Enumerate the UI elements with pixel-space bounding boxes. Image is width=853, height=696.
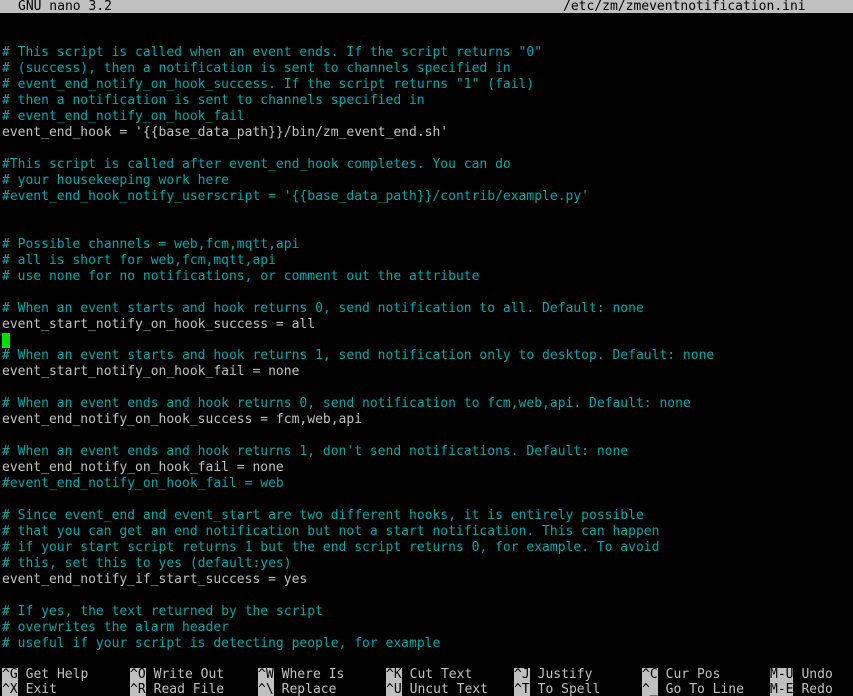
shortcut-key: ^K bbox=[386, 668, 402, 682]
comment-line: #event_end_notify_on_hook_fail = web bbox=[2, 476, 284, 491]
comment-line: # When an event ends and hook returns 1,… bbox=[2, 444, 629, 459]
comment-line: # if your start script returns 1 but the… bbox=[2, 540, 660, 555]
comment-line: #event_end_hook_notify_userscript = '{{b… bbox=[2, 189, 589, 204]
shortcut-key: ^U bbox=[386, 682, 402, 696]
shortcut-key: ^X bbox=[2, 682, 18, 696]
comment-line: # event_end_notify_on_hook_fail bbox=[2, 109, 245, 124]
shortcut-label: Justify bbox=[537, 668, 593, 682]
title-bar: GNU nano 3.2 /etc/zm/zmeventnotification… bbox=[0, 0, 853, 13]
setting-line: event_start_notify_on_hook_fail = none bbox=[2, 364, 300, 379]
comment-line: # this, set this to yes (default:yes) bbox=[2, 556, 292, 571]
comment-line: # When an event starts and hook returns … bbox=[2, 301, 644, 316]
shortcut-item[interactable]: ^O Write Out bbox=[130, 668, 224, 682]
shortcut-item[interactable]: ^\ Replace bbox=[258, 682, 337, 696]
shortcut-label: Exit bbox=[25, 682, 57, 696]
shortcut-label: Read File bbox=[153, 682, 225, 696]
shortcut-item[interactable]: M-E Redo bbox=[770, 682, 833, 696]
comment-line: # useful if your script is detecting peo… bbox=[2, 636, 441, 651]
shortcut-item[interactable]: ^J Justify bbox=[514, 668, 592, 682]
shortcut-label: Undo bbox=[801, 668, 833, 682]
setting-line: event_end_notify_on_hook_fail = none bbox=[2, 460, 284, 475]
shortcut-item[interactable]: ^_ Go To Line bbox=[642, 682, 744, 696]
shortcut-key: M-U bbox=[770, 668, 794, 682]
comment-line: # (success), then a notification is sent… bbox=[2, 61, 511, 76]
shortcut-key: ^O bbox=[130, 668, 146, 682]
shortcut-key: ^_ bbox=[642, 682, 658, 696]
shortcut-label: To Spell bbox=[537, 682, 601, 696]
shortcut-key: ^J bbox=[514, 668, 530, 682]
shortcut-label: Uncut Text bbox=[409, 682, 488, 696]
shortcut-label: Cur Pos bbox=[665, 668, 721, 682]
shortcut-item[interactable]: ^G Get Help bbox=[2, 668, 88, 682]
shortcut-key: ^R bbox=[130, 682, 146, 696]
setting-line: event_end_notify_on_hook_success = fcm,w… bbox=[2, 412, 363, 427]
shortcut-bar: ^G Get Help ^X Exit ^O Write Out ^R Read File ^W… bbox=[0, 668, 853, 696]
shortcut-label: Get Help bbox=[25, 668, 89, 682]
comment-line: # that you can get an end notification b… bbox=[2, 524, 660, 539]
shortcut-label: Where Is bbox=[281, 668, 345, 682]
setting-line: event_end_hook = '{{base_data_path}}/bin… bbox=[2, 125, 449, 140]
comment-line: # overwrites the alarm header bbox=[2, 620, 229, 635]
shortcut-key: ^G bbox=[2, 668, 18, 682]
shortcut-label: Write Out bbox=[153, 668, 225, 682]
comment-line: # When an event starts and hook returns … bbox=[2, 348, 715, 363]
shortcut-item[interactable]: ^U Uncut Text bbox=[386, 682, 488, 696]
shortcut-label: Replace bbox=[281, 682, 337, 696]
comment-line: # all is short for web,fcm,mqtt,api bbox=[2, 253, 276, 268]
text-cursor bbox=[2, 333, 10, 348]
comment-line: # If yes, the text returned by the scrip… bbox=[2, 604, 323, 619]
shortcut-item[interactable]: ^X Exit bbox=[2, 682, 57, 696]
shortcut-key: M-E bbox=[770, 682, 794, 696]
comment-line: # This script is called when an event en… bbox=[2, 45, 543, 60]
comment-line: # Possible channels = web,fcm,mqtt,api bbox=[2, 237, 300, 252]
editor-text-area[interactable]: # This script is called when an event en… bbox=[2, 45, 851, 652]
comment-line: # Since event_end and event_start are tw… bbox=[2, 508, 644, 523]
shortcut-label: Go To Line bbox=[665, 682, 744, 696]
shortcut-label: Cut Text bbox=[409, 668, 473, 682]
setting-line: event_start_notify_on_hook_success = all bbox=[2, 317, 316, 332]
shortcut-label: Redo bbox=[801, 682, 833, 696]
shortcut-item[interactable]: ^C Cur Pos bbox=[642, 668, 720, 682]
comment-line: # event_end_notify_on_hook_success. If t… bbox=[2, 77, 535, 92]
shortcut-item[interactable]: ^K Cut Text bbox=[386, 668, 472, 682]
shortcut-key: ^T bbox=[514, 682, 530, 696]
shortcut-item[interactable]: M-U Undo bbox=[770, 668, 833, 682]
shortcut-key: ^\ bbox=[258, 682, 274, 696]
setting-line: event_end_notify_if_start_success = yes bbox=[2, 572, 308, 587]
shortcut-key: ^W bbox=[258, 668, 274, 682]
comment-line: # use none for no notifications, or comm… bbox=[2, 269, 480, 284]
shortcut-key: ^C bbox=[642, 668, 658, 682]
shortcut-item[interactable]: ^R Read File bbox=[130, 682, 225, 696]
cursor-line bbox=[2, 333, 10, 348]
app-name: GNU nano 3.2 bbox=[18, 0, 112, 13]
shortcut-item[interactable]: ^T To Spell bbox=[514, 682, 601, 696]
comment-line: #This script is called after event_end_h… bbox=[2, 157, 511, 172]
file-path: /etc/zm/zmeventnotification.ini bbox=[563, 0, 806, 13]
comment-line: # your housekeeping work here bbox=[2, 173, 229, 188]
comment-line: # then a notification is sent to channel… bbox=[2, 93, 425, 108]
shortcut-item[interactable]: ^W Where Is bbox=[258, 668, 344, 682]
comment-line: # When an event ends and hook returns 0,… bbox=[2, 396, 691, 411]
